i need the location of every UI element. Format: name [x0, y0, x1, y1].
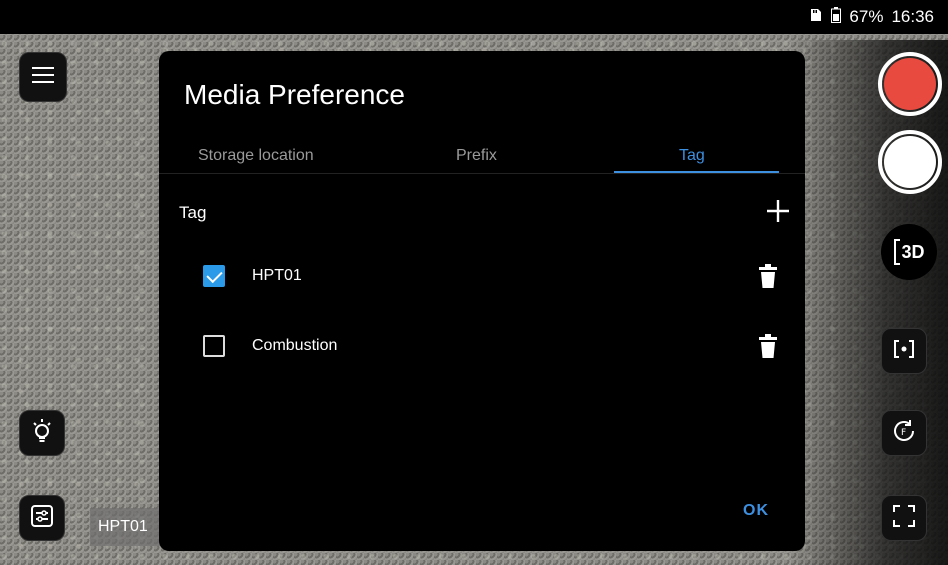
menu-button[interactable] — [19, 52, 67, 102]
tag-label: Combustion — [252, 337, 338, 354]
section-label: Tag — [179, 203, 207, 222]
capture-button[interactable] — [878, 130, 942, 194]
rotate-camera-icon: F — [891, 418, 917, 449]
sliders-icon — [31, 504, 53, 532]
tag-row[interactable]: Combustion — [159, 327, 805, 367]
flip-camera-button[interactable]: F — [881, 410, 927, 456]
light-button[interactable] — [19, 410, 65, 456]
media-preference-dialog: Media Preference Storage location Prefix… — [159, 51, 805, 551]
record-button[interactable] — [878, 52, 942, 116]
3d-measure-icon: 3D — [893, 238, 925, 266]
active-tab-indicator — [614, 171, 779, 173]
tab-tag[interactable]: Tag — [679, 147, 705, 165]
3d-measure-button[interactable]: 3D — [881, 224, 937, 280]
delete-tag-button[interactable] — [759, 263, 777, 289]
lightbulb-icon — [30, 417, 54, 450]
status-bar: 67% 16:36 — [0, 0, 948, 34]
tab-storage-location[interactable]: Storage location — [198, 147, 314, 165]
hamburger-icon — [32, 66, 54, 89]
focus-icon — [894, 339, 914, 363]
plus-icon — [766, 197, 790, 230]
tag-row[interactable]: HPT01 — [159, 257, 805, 297]
sd-card-icon — [809, 7, 823, 27]
focus-button[interactable] — [881, 328, 927, 374]
clock: 16:36 — [891, 7, 934, 26]
tag-checkbox[interactable] — [203, 265, 225, 287]
fullscreen-button[interactable] — [881, 495, 927, 541]
delete-tag-button[interactable] — [759, 333, 777, 359]
capture-dot — [884, 136, 936, 188]
add-tag-button[interactable] — [765, 199, 791, 227]
tag-label: HPT01 — [252, 267, 302, 284]
tab-prefix[interactable]: Prefix — [456, 147, 497, 165]
settings-button[interactable] — [19, 495, 65, 541]
tag-checkbox[interactable] — [203, 335, 225, 357]
fullscreen-icon — [893, 504, 915, 532]
record-dot — [884, 58, 936, 110]
trash-icon — [759, 334, 777, 363]
3d-label: 3D — [901, 241, 925, 262]
tab-bar: Storage location Prefix Tag — [159, 143, 805, 174]
ok-button[interactable]: OK — [743, 502, 769, 520]
trash-icon — [759, 264, 777, 293]
battery-icon — [831, 6, 842, 28]
battery-percent: 67% — [849, 7, 884, 26]
svg-text:F: F — [901, 428, 906, 438]
dialog-title: Media Preference — [184, 79, 406, 110]
